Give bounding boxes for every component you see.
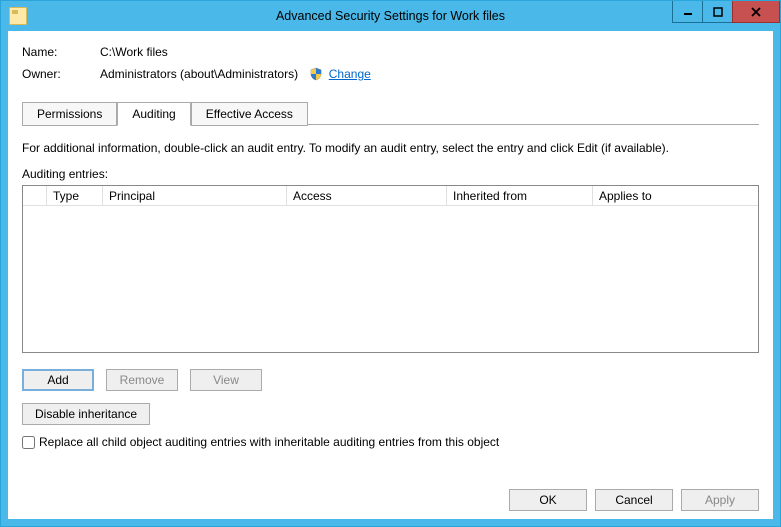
name-row: Name: C:\Work files bbox=[22, 45, 759, 59]
name-value: C:\Work files bbox=[100, 45, 168, 59]
add-button[interactable]: Add bbox=[22, 369, 94, 391]
col-access[interactable]: Access bbox=[287, 186, 447, 206]
close-button[interactable] bbox=[732, 1, 780, 23]
disable-inheritance-row: Disable inheritance bbox=[22, 403, 759, 425]
window-title: Advanced Security Settings for Work file… bbox=[1, 9, 780, 23]
entry-buttons: Add Remove View bbox=[22, 369, 759, 391]
tab-permissions[interactable]: Permissions bbox=[22, 102, 117, 126]
owner-value: Administrators (about\Administrators) Ch… bbox=[100, 67, 371, 81]
col-applies[interactable]: Applies to bbox=[593, 186, 758, 206]
shield-icon bbox=[309, 67, 323, 81]
tab-effective-access[interactable]: Effective Access bbox=[191, 102, 308, 126]
col-principal[interactable]: Principal bbox=[103, 186, 287, 206]
grid-header: Type Principal Access Inherited from App… bbox=[23, 186, 758, 206]
owner-row: Owner: Administrators (about\Administrat… bbox=[22, 67, 759, 81]
owner-text: Administrators (about\Administrators) bbox=[100, 67, 298, 81]
view-button: View bbox=[190, 369, 262, 391]
dialog-footer: OK Cancel Apply bbox=[509, 489, 759, 511]
titlebar[interactable]: Advanced Security Settings for Work file… bbox=[1, 1, 780, 31]
tab-underline bbox=[308, 124, 759, 125]
owner-label: Owner: bbox=[22, 67, 100, 81]
entries-label: Auditing entries: bbox=[22, 167, 759, 181]
name-label: Name: bbox=[22, 45, 100, 59]
col-icon[interactable] bbox=[23, 186, 47, 206]
window-controls bbox=[672, 1, 780, 23]
folder-icon bbox=[9, 7, 27, 25]
cancel-button[interactable]: Cancel bbox=[595, 489, 673, 511]
minimize-button[interactable] bbox=[672, 1, 702, 23]
client-area: Name: C:\Work files Owner: Administrator… bbox=[1, 31, 780, 526]
replace-checkbox-label[interactable]: Replace all child object auditing entrie… bbox=[39, 435, 499, 449]
maximize-button[interactable] bbox=[702, 1, 732, 23]
ok-button[interactable]: OK bbox=[509, 489, 587, 511]
replace-checkbox[interactable] bbox=[22, 436, 35, 449]
maximize-icon bbox=[713, 7, 723, 17]
tab-auditing[interactable]: Auditing bbox=[117, 102, 190, 126]
tab-strip: Permissions Auditing Effective Access bbox=[22, 101, 759, 125]
description-text: For additional information, double-click… bbox=[22, 141, 759, 155]
disable-inheritance-button[interactable]: Disable inheritance bbox=[22, 403, 150, 425]
change-owner-link[interactable]: Change bbox=[329, 67, 371, 81]
remove-button: Remove bbox=[106, 369, 178, 391]
replace-checkbox-row: Replace all child object auditing entrie… bbox=[22, 435, 759, 449]
window-frame: Advanced Security Settings for Work file… bbox=[0, 0, 781, 527]
auditing-entries-grid[interactable]: Type Principal Access Inherited from App… bbox=[22, 185, 759, 353]
col-type[interactable]: Type bbox=[47, 186, 103, 206]
minimize-icon bbox=[683, 7, 693, 17]
close-icon bbox=[750, 7, 762, 17]
apply-button: Apply bbox=[681, 489, 759, 511]
col-inherited[interactable]: Inherited from bbox=[447, 186, 593, 206]
